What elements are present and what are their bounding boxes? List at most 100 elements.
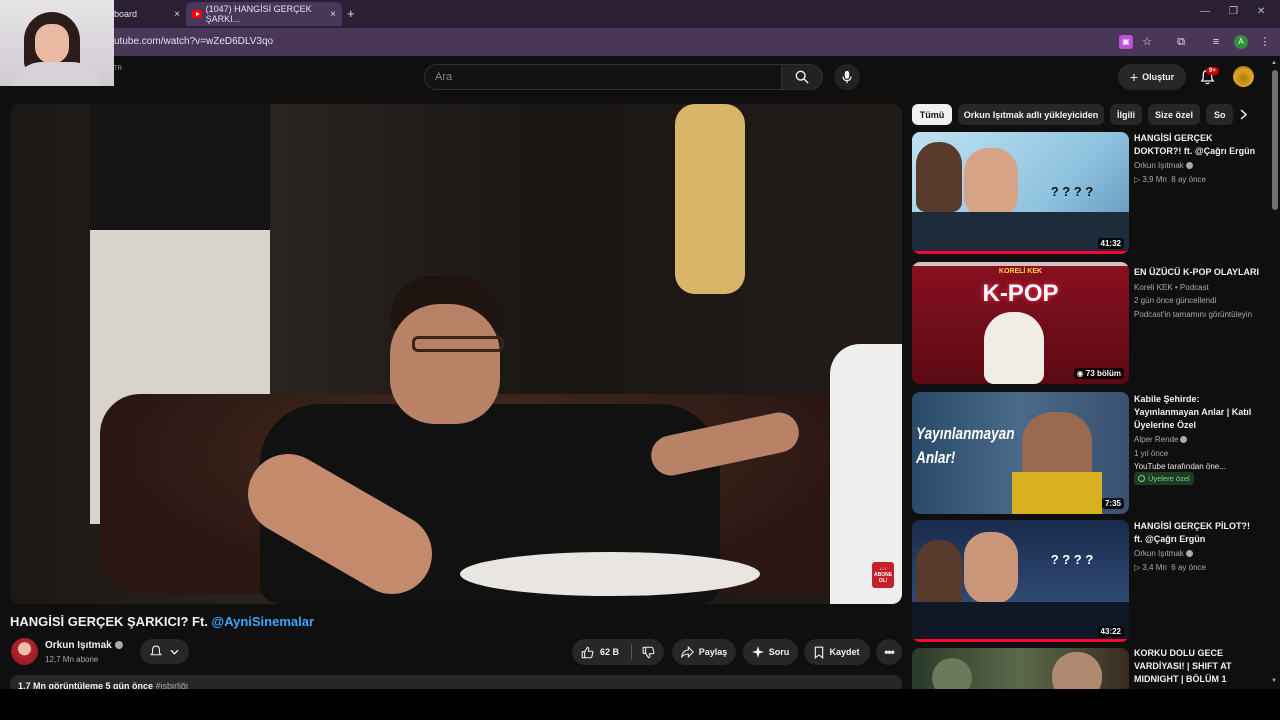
address-bar: utube.com/watch?v=wZeD6DLV3qo ▣ ☆ ⧉ ≡ A … (0, 28, 1280, 56)
subscription-bell-button[interactable] (140, 639, 189, 664)
recommendation-channel[interactable]: Orkun Işıtmak (1134, 159, 1264, 172)
channel-name[interactable]: Orkun Işıtmak (1134, 161, 1184, 170)
video-player[interactable]: ↓↓↓ ABONE OL! (10, 104, 902, 604)
webcam-overlay (0, 0, 114, 86)
subscribe-watermark[interactable]: ↓↓↓ ABONE OL! (872, 562, 894, 588)
close-tab-icon[interactable]: × (174, 9, 180, 20)
close-tab-icon[interactable]: × (330, 9, 336, 20)
chips-next-button[interactable] (1232, 104, 1254, 125)
scrollbar-thumb[interactable] (1272, 70, 1278, 210)
chevron-right-icon (1239, 109, 1247, 120)
recommendation-channel[interactable]: Orkun Işıtmak (1134, 547, 1264, 560)
subscriber-count: 12,7 Mn abone (45, 655, 99, 664)
chip-all[interactable]: Tümü (912, 104, 952, 125)
view-count-and-date: 1,7 Mn görüntüleme 5 gün önce (18, 681, 156, 689)
recommendation-title[interactable]: Kabile Şehirde: Yayınlanmayan Anlar | Ka… (1134, 393, 1259, 432)
extensions-puzzle-icon[interactable]: ⧉ (1174, 35, 1188, 49)
video-title: HANGİSİ GERÇEK ŞARKICI? Ft. @AyniSinemal… (10, 614, 314, 629)
share-button[interactable]: Paylaş (672, 639, 736, 665)
search-input[interactable] (425, 65, 781, 89)
save-label: Kaydet (829, 647, 860, 657)
recommendation-thumbnail[interactable]: KORELİ KEK K-POP ◉ 73 bölüm (912, 262, 1129, 384)
thumb-clothing (1012, 472, 1102, 514)
notification-count-badge: 9+ (1206, 67, 1219, 75)
page-scrollbar[interactable]: ▲ ▼ (1270, 58, 1280, 689)
thumbs-down-icon (642, 646, 655, 658)
thumb-person-left (916, 142, 962, 212)
extension-icon[interactable]: ▣ (1119, 35, 1133, 49)
tab-title: board (114, 9, 138, 19)
chip-more[interactable]: So (1206, 104, 1234, 125)
members-icon (1138, 475, 1145, 482)
thumb-text: Yayınlanmayan Anlar! (916, 424, 1015, 467)
verified-icon (1185, 550, 1193, 558)
browser-tab-dashboard[interactable]: board × (108, 2, 186, 26)
channel-name[interactable]: Orkun Işıtmak (45, 640, 112, 651)
create-button[interactable]: + Oluştur (1118, 64, 1186, 90)
bookmark-icon (815, 646, 824, 659)
recommendation-channel[interactable]: Alper Rende (1134, 433, 1264, 446)
ask-button[interactable]: Soru (743, 639, 798, 665)
scroll-down-icon[interactable]: ▼ (1271, 678, 1277, 684)
new-tab-button[interactable]: + (347, 6, 355, 21)
search-box[interactable] (424, 64, 782, 90)
minimize-icon[interactable]: — (1200, 6, 1210, 17)
chip-related[interactable]: İlgili (1110, 104, 1142, 125)
recommendation-title[interactable]: EN ÜZÜCÜ K-POP OLAYLARI (1134, 266, 1259, 279)
recommendation-title[interactable]: HANGİSİ GERÇEK PİLOT?! ft. @Çağrı Ergün (1134, 520, 1259, 546)
region-code: TR (114, 66, 122, 72)
recommendation-channel[interactable]: Koreli KEK • Podcast (1134, 281, 1264, 294)
thumb-brand: KORELİ KEK (998, 268, 1043, 275)
more-horizontal-icon: ••• (884, 645, 895, 659)
duration-badge: 7:35 (1101, 498, 1124, 509)
save-button[interactable]: Kaydet (804, 639, 870, 665)
watch-progress-bar (912, 251, 1129, 254)
scroll-up-icon[interactable]: ▲ (1271, 60, 1277, 66)
youtube-favicon-icon (192, 10, 202, 18)
recommendation-stats: ▷ 3,4 Mn 6 ay önce (1134, 563, 1206, 572)
recommendation-thumbnail[interactable]: ? ? ? ? 43:22 (912, 520, 1129, 642)
video-title-mention-link[interactable]: @AyniSinemalar (212, 614, 315, 629)
channel-name-row[interactable]: Orkun Işıtmak (45, 640, 123, 651)
search-button[interactable] (781, 64, 823, 90)
recommendation-updated: 2 gün önce güncellendi (1134, 296, 1217, 305)
recommendation-title[interactable]: KORKU DOLU GECE VARDİYASI! | SHIFT AT MI… (1134, 647, 1259, 686)
duration-badge: 41:32 (1097, 238, 1124, 249)
more-actions-button[interactable]: ••• (876, 639, 902, 665)
verified-icon (114, 641, 123, 650)
share-label: Paylaş (698, 647, 728, 657)
media-control-icon[interactable]: ≡ (1209, 35, 1223, 49)
account-avatar[interactable] (1233, 66, 1254, 87)
channel-avatar[interactable] (11, 638, 38, 665)
episode-count: 73 bölüm (1085, 369, 1121, 378)
voice-search-button[interactable] (834, 64, 860, 90)
channel-name[interactable]: Alper Rende (1134, 435, 1178, 444)
recommendation-thumbnail[interactable]: Yayınlanmayan Anlar! 7:35 (912, 392, 1129, 514)
browser-profile-avatar[interactable]: A (1234, 35, 1248, 49)
chip-from-uploader[interactable]: Orkun Işıtmak adlı yükleyiciden (958, 104, 1104, 125)
recommendation-title[interactable]: HANGİSİ GERÇEK DOKTOR?! ft. @Çağrı Ergün (1134, 132, 1259, 158)
description-box[interactable]: 1,7 Mn görüntüleme 5 gün önce #işbirliği (10, 675, 902, 689)
dislike-button[interactable] (632, 646, 655, 659)
recommendation-stats: ▷ 3,9 Mn 8 ay önce (1134, 175, 1206, 184)
thumb-question-marks: ? ? ? ? (1050, 183, 1094, 199)
url-field[interactable]: utube.com/watch?v=wZeD6DLV3qo (114, 36, 273, 47)
chip-for-you[interactable]: Size özel (1148, 104, 1200, 125)
like-button[interactable]: 62 B (581, 644, 632, 660)
browser-tab-bar: board × (1047) HANGİSİ GERÇEK ŞARKI... ×… (0, 0, 1280, 28)
browser-tab-youtube[interactable]: (1047) HANGİSİ GERÇEK ŞARKI... × (186, 2, 342, 26)
thumb-text: K-POP (982, 280, 1059, 307)
channel-name[interactable]: Orkun Işıtmak (1134, 549, 1184, 558)
window-close-icon[interactable]: ✕ (1257, 6, 1265, 17)
browser-menu-icon[interactable]: ⋮ (1258, 35, 1272, 49)
recommendation-thumbnail[interactable]: ? ? ? ? 41:32 (912, 132, 1129, 254)
view-full-podcast-link[interactable]: Podcast'in tamamını görüntüleyin (1134, 308, 1264, 321)
description-hashtag[interactable]: #işbirliği (156, 681, 189, 689)
bookmark-star-icon[interactable]: ☆ (1140, 35, 1154, 49)
thumb-child (984, 312, 1044, 384)
recommendation-thumbnail[interactable] (912, 648, 1129, 689)
webcam-person-face (35, 24, 69, 64)
restore-icon[interactable]: ❐ (1229, 6, 1238, 17)
video-table (460, 552, 760, 596)
duration-badge: 43:22 (1097, 626, 1124, 637)
